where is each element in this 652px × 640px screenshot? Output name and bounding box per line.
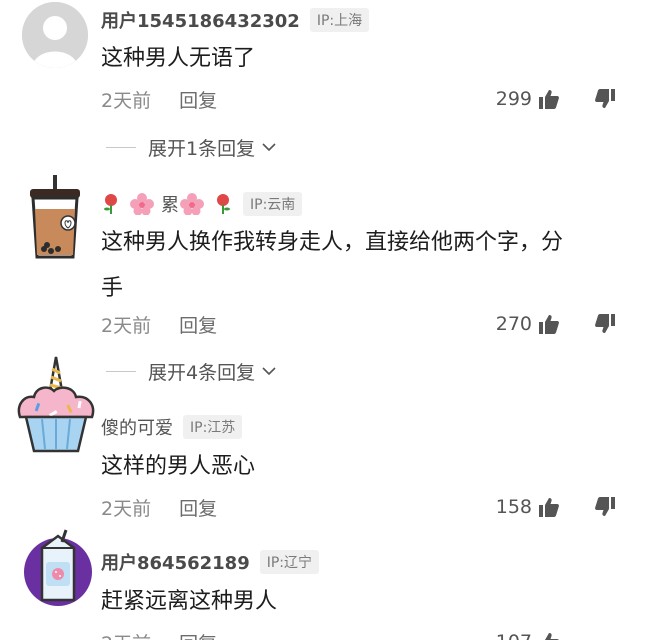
- chevron-down-icon: [262, 143, 276, 152]
- comment-header: 累 IP:云南: [101, 190, 303, 218]
- comment-time: 2天前: [101, 89, 152, 112]
- comment-text-line: 这种男人换作我转身走人，直接给他两个字，分: [101, 230, 564, 255]
- comment-text: 这种男人无语了: [101, 46, 256, 71]
- thumbs-up-icon: [539, 315, 559, 334]
- thumbs-down-icon[interactable]: [594, 88, 616, 110]
- comment-time: 2天前: [101, 629, 151, 640]
- comment-item: 累 IP:云南 这种男人换作我转身走人，直接给他两个字，分 手 2天前 回复 2…: [0, 170, 652, 384]
- reply-button[interactable]: 回复: [179, 494, 217, 521]
- chevron-down-icon: [262, 367, 276, 376]
- comment-header: 用户864562189 IP:辽宁: [101, 548, 320, 576]
- comment-meta: 2天前 回复: [101, 493, 217, 521]
- reply-button[interactable]: 回复: [179, 629, 217, 640]
- comment-text-line: 手: [101, 276, 124, 301]
- comment-header: 傻的可爱 IP:江苏: [101, 413, 243, 441]
- like-button[interactable]: 270: [496, 310, 560, 338]
- thumbs-up-icon: [539, 498, 559, 517]
- bubble-tea-avatar[interactable]: [20, 175, 90, 265]
- thumbs-up-icon: [545, 633, 559, 640]
- reply-button[interactable]: 回复: [179, 86, 217, 113]
- like-count: 270: [495, 313, 532, 335]
- comment-text: 这种男人换作我转身走人，直接给他两个字，分 手: [101, 220, 631, 312]
- milk-carton-avatar[interactable]: [22, 528, 94, 608]
- username[interactable]: 累: [161, 191, 179, 217]
- ip-location-badge: IP:云南: [243, 192, 303, 216]
- like-button[interactable]: 107: [496, 628, 560, 640]
- comment-item: 傻的可爱 IP:江苏 这样的男人恶心 2天前 回复 158: [0, 356, 652, 530]
- blossom-icon: [180, 193, 204, 215]
- comment-text: 这样的男人恶心: [101, 454, 256, 479]
- comment-time: 2天前: [101, 497, 152, 520]
- thumbs-up-icon: [539, 90, 559, 109]
- username[interactable]: 傻的可爱: [101, 414, 173, 440]
- expand-replies-button[interactable]: 展开1条回复: [106, 133, 277, 161]
- username[interactable]: 用户864562189: [101, 549, 250, 575]
- comment-item: 用户864562189 IP:辽宁 赶紧远离这种男人 2天前 回复 107: [0, 528, 652, 640]
- expand-replies-label: 展开1条回复: [148, 137, 256, 160]
- rose-icon: [104, 194, 117, 214]
- comment-meta: 2天前 回复: [101, 85, 217, 113]
- reply-button[interactable]: 回复: [179, 311, 217, 338]
- like-count: 299: [495, 88, 532, 110]
- comment-item: 用户1545186432302 IP:上海 这种男人无语了 2天前 回复 299…: [0, 0, 652, 170]
- like-count: 158: [495, 496, 532, 518]
- rose-icon: [217, 194, 230, 214]
- thumbs-down-icon[interactable]: [594, 496, 616, 518]
- comment-meta: 2天前 回复: [101, 310, 217, 338]
- unicorn-cupcake-avatar[interactable]: [14, 355, 98, 455]
- comment-text: 赶紧远离这种男人: [101, 589, 278, 614]
- comment-meta: 2天前 回复: [101, 628, 217, 640]
- default-user-avatar[interactable]: [22, 2, 88, 68]
- like-button[interactable]: 299: [496, 85, 560, 113]
- like-button[interactable]: 158: [496, 493, 560, 521]
- ip-location-badge: IP:辽宁: [259, 550, 320, 574]
- username[interactable]: 用户1545186432302: [101, 7, 300, 33]
- blossom-icon: [130, 193, 154, 215]
- divider-line: [106, 146, 136, 148]
- ip-location-badge: IP:上海: [309, 8, 370, 32]
- ip-location-badge: IP:江苏: [183, 415, 243, 439]
- like-count: 107: [496, 631, 532, 640]
- comment-header: 用户1545186432302 IP:上海: [101, 6, 370, 34]
- comment-list: 用户1545186432302 IP:上海 这种男人无语了 2天前 回复 299…: [0, 0, 652, 640]
- comment-time: 2天前: [101, 314, 152, 337]
- divider-line: [106, 370, 136, 372]
- thumbs-down-icon[interactable]: [594, 313, 616, 335]
